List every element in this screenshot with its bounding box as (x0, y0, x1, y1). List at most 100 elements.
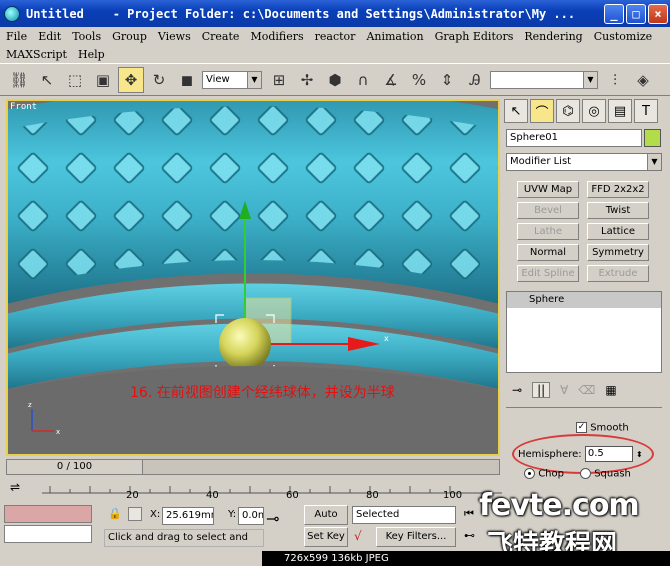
remove-modifier-icon[interactable]: ⌫ (578, 383, 595, 397)
angle-snap-icon[interactable]: ∡ (378, 67, 404, 93)
display-tab-icon[interactable]: ▤ (608, 99, 632, 123)
default-tangent-icon[interactable]: √ (354, 529, 362, 543)
window-title: Untitled - Project Folder: c:\Documents … (26, 6, 576, 21)
region-select-icon[interactable]: ⬚ (62, 67, 88, 93)
smooth-label: Smooth (590, 422, 629, 434)
reference-coord-select[interactable]: View ▼ (202, 70, 262, 89)
menu-item-file[interactable]: File (6, 30, 27, 43)
y-label: Y: (228, 509, 237, 520)
modifier-list-select[interactable]: Modifier List ▼ (506, 153, 662, 171)
viewport-label[interactable]: Front (10, 102, 37, 112)
select-rotate-icon[interactable]: ↻ (146, 67, 172, 93)
align-icon[interactable]: ◈ (630, 67, 656, 93)
front-viewport[interactable]: x z x Front 16. 在前视图创建个经纬球体，并设为半球 (6, 99, 500, 456)
maxscript-output[interactable] (4, 525, 92, 543)
modifier-button-ffd-2x2x2[interactable]: FFD 2x2x2 (587, 181, 649, 198)
modifier-button-bevel[interactable]: Bevel (517, 202, 579, 219)
svg-text:x: x (384, 334, 389, 343)
modifier-button-normal[interactable]: Normal (517, 244, 579, 261)
modifier-button-edit-spline[interactable]: Edit Spline (517, 265, 579, 282)
tick-label: 80 (366, 490, 379, 501)
window-crossing-icon[interactable]: ▣ (90, 67, 116, 93)
snap-toggle-icon[interactable]: ∩ (350, 67, 376, 93)
modifier-button-extrude[interactable]: Extrude (587, 265, 649, 282)
modifier-button-twist[interactable]: Twist (587, 202, 649, 219)
motion-tab-icon[interactable]: ◎ (582, 99, 606, 123)
key-icon[interactable]: ⊸ (266, 509, 279, 528)
smooth-checkbox[interactable]: ✓ (576, 422, 587, 433)
menu-item-rendering[interactable]: Rendering (524, 30, 582, 43)
make-unique-icon[interactable]: ∀ (560, 383, 568, 397)
goto-start-icon[interactable]: ⏮ (464, 507, 474, 521)
mirror-icon[interactable]: ⫶ (602, 67, 628, 93)
x-coordinate-field[interactable]: 25.619mm (162, 507, 214, 525)
key-mode-icon[interactable]: ⊷ (464, 529, 475, 542)
menu-item-animation[interactable]: Animation (366, 30, 423, 43)
minimize-button[interactable]: _ (604, 3, 624, 24)
select-move-icon[interactable]: ✥ (118, 66, 144, 93)
chop-option[interactable]: Chop (524, 468, 564, 480)
maximize-button[interactable]: □ (626, 3, 646, 24)
smooth-option[interactable]: ✓ Smooth (576, 422, 629, 434)
time-slider[interactable]: 0 / 100 (7, 460, 143, 474)
key-filters-button[interactable]: Key Filters... (376, 527, 456, 547)
squash-option[interactable]: Squash (580, 468, 631, 480)
utilities-tab-icon[interactable]: T (634, 99, 658, 123)
select-link-icon[interactable]: ⛓ (6, 67, 32, 93)
named-selection-icon[interactable]: Ꭿ (462, 67, 488, 93)
select-object-icon[interactable]: ↖ (34, 67, 60, 93)
menu-bar: File Edit Tools Group Views Create Modifiers re… (0, 27, 670, 63)
absolute-mode-icon[interactable] (128, 507, 142, 521)
menu-item-views[interactable]: Views (158, 30, 191, 43)
menu-item-create[interactable]: Create (202, 30, 240, 43)
menu-item-customize[interactable]: Customize (594, 30, 652, 43)
show-end-result-icon[interactable]: || (532, 382, 551, 398)
lock-selection-icon[interactable]: 🔒 (108, 507, 122, 520)
maxscript-listener[interactable] (4, 505, 92, 523)
menu-item-edit[interactable]: Edit (38, 30, 61, 43)
time-slider-track[interactable]: 0 / 100 (6, 459, 500, 475)
title-bar: Untitled - Project Folder: c:\Documents … (0, 0, 670, 27)
menu-item-group[interactable]: Group (112, 30, 147, 43)
configure-sets-icon[interactable]: ▦ (605, 383, 616, 397)
watermark-line-1: fevte.com (479, 488, 640, 523)
keyboard-shortcut-icon[interactable]: ⬢ (322, 67, 348, 93)
modifier-button-uvw-map[interactable]: UVW Map (517, 181, 579, 198)
menu-item-reactor[interactable]: reactor (315, 30, 356, 43)
menu-item-help[interactable]: Help (78, 48, 105, 61)
squash-radio[interactable] (580, 468, 591, 479)
stack-item-sphere[interactable]: Sphere (507, 292, 661, 308)
menu-item-graph-editors[interactable]: Graph Editors (435, 30, 514, 43)
track-bar[interactable]: ⇌ 20 40 60 80 100 (0, 477, 502, 501)
modifier-button-symmetry[interactable]: Symmetry (587, 244, 649, 261)
pivot-center-icon[interactable]: ⊞ (266, 67, 292, 93)
modify-tab-icon[interactable]: ⌒ (530, 99, 554, 123)
select-scale-icon[interactable]: ◼ (174, 67, 200, 93)
select-manipulate-icon[interactable]: ✢ (294, 67, 320, 93)
modifier-button-lathe[interactable]: Lathe (517, 223, 579, 240)
object-name-field[interactable]: Sphere01 (506, 129, 642, 147)
create-tab-icon[interactable]: ↖ (504, 99, 528, 123)
menu-item-tools[interactable]: Tools (72, 30, 101, 43)
app-icon[interactable] (4, 5, 20, 22)
chop-radio[interactable] (524, 468, 535, 479)
command-panel-tabs: ↖ ⌒ ⌬ ◎ ▤ T (502, 99, 670, 125)
auto-key-button[interactable]: Auto Key (304, 505, 348, 538)
percent-snap-icon[interactable]: % (406, 67, 432, 93)
menu-item-modifiers[interactable]: Modifiers (250, 30, 303, 43)
hierarchy-tab-icon[interactable]: ⌬ (556, 99, 580, 123)
y-coordinate-field[interactable]: 0.0m (238, 507, 264, 525)
selection-set-select[interactable]: Selected (352, 506, 456, 524)
modifier-stack[interactable]: Sphere (506, 291, 662, 373)
named-selection-sets[interactable]: ▼ (490, 70, 598, 89)
spinner-snap-icon[interactable]: ⇕ (434, 67, 460, 93)
command-panel: ↖ ⌒ ⌬ ◎ ▤ T Sphere01 Modifier List ▼ UVW… (502, 99, 670, 499)
set-key-button[interactable]: Set Key (304, 527, 348, 547)
object-color-swatch[interactable] (644, 129, 661, 147)
close-button[interactable]: × (648, 3, 668, 24)
pin-stack-icon[interactable]: ⊸ (512, 383, 522, 397)
menu-item-maxscript[interactable]: MAXScript (6, 48, 67, 61)
curve-editor-icon[interactable]: ⇌ (10, 480, 20, 494)
sphere-object[interactable] (219, 318, 271, 370)
modifier-button-lattice[interactable]: Lattice (587, 223, 649, 240)
